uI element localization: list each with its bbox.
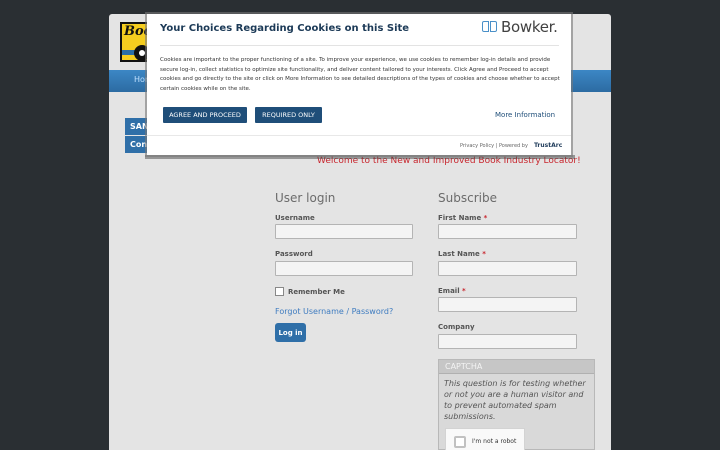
password-input[interactable]	[275, 261, 413, 276]
more-information-link[interactable]: More Information	[495, 111, 555, 119]
modal-shadow	[145, 155, 575, 159]
privacy-policy-link[interactable]: Privacy Policy | Powered by	[460, 143, 528, 149]
username-label: Username	[275, 214, 315, 222]
remember-me-checkbox[interactable]	[275, 287, 284, 296]
agree-and-proceed-button[interactable]: AGREE AND PROCEED	[163, 107, 247, 123]
open-book-icon	[481, 19, 499, 35]
recaptcha-label: I'm not a robot	[472, 438, 517, 445]
company-label: Company	[438, 323, 475, 331]
captcha-description: This question is for testing whether or …	[444, 379, 586, 421]
bowker-logo: Bowker.	[481, 18, 558, 36]
modal-divider	[160, 45, 559, 46]
required-only-button[interactable]: REQUIRED ONLY	[255, 107, 322, 123]
subscribe-title: Subscribe	[438, 191, 497, 205]
modal-body-text: Cookies are important to the proper func…	[160, 57, 560, 92]
modal-footer: Privacy Policy | Powered by TrustArc	[147, 135, 571, 155]
recaptcha-widget[interactable]: I'm not a robot	[445, 428, 525, 450]
email-label: Email *	[438, 287, 466, 295]
login-button[interactable]: Log in	[275, 323, 306, 342]
bowker-logo-text: Bowker.	[501, 18, 558, 36]
required-mark: *	[483, 214, 488, 222]
username-input[interactable]	[275, 224, 413, 239]
first-name-input[interactable]	[438, 224, 577, 239]
trustarc-logo: TrustArc	[534, 142, 563, 149]
company-input[interactable]	[438, 334, 577, 349]
recaptcha-checkbox[interactable]	[454, 436, 466, 448]
last-name-input[interactable]	[438, 261, 577, 276]
password-label: Password	[275, 250, 313, 258]
required-mark: *	[482, 250, 486, 258]
email-input[interactable]	[438, 297, 577, 312]
remember-me-label: Remember Me	[288, 287, 345, 296]
required-mark: *	[462, 287, 466, 295]
forgot-credentials-link[interactable]: Forgot Username / Password?	[275, 307, 393, 316]
modal-title: Your Choices Regarding Cookies on this S…	[160, 23, 410, 34]
captcha-title: CAPTCHA	[439, 360, 594, 374]
cookie-consent-modal: Your Choices Regarding Cookies on this S…	[147, 14, 571, 155]
captcha-fieldset: CAPTCHA This question is for testing whe…	[438, 359, 595, 450]
remember-me[interactable]: Remember Me	[275, 287, 345, 296]
last-name-label: Last Name *	[438, 250, 486, 258]
first-name-label: First Name *	[438, 214, 488, 222]
user-login-title: User login	[275, 191, 336, 205]
